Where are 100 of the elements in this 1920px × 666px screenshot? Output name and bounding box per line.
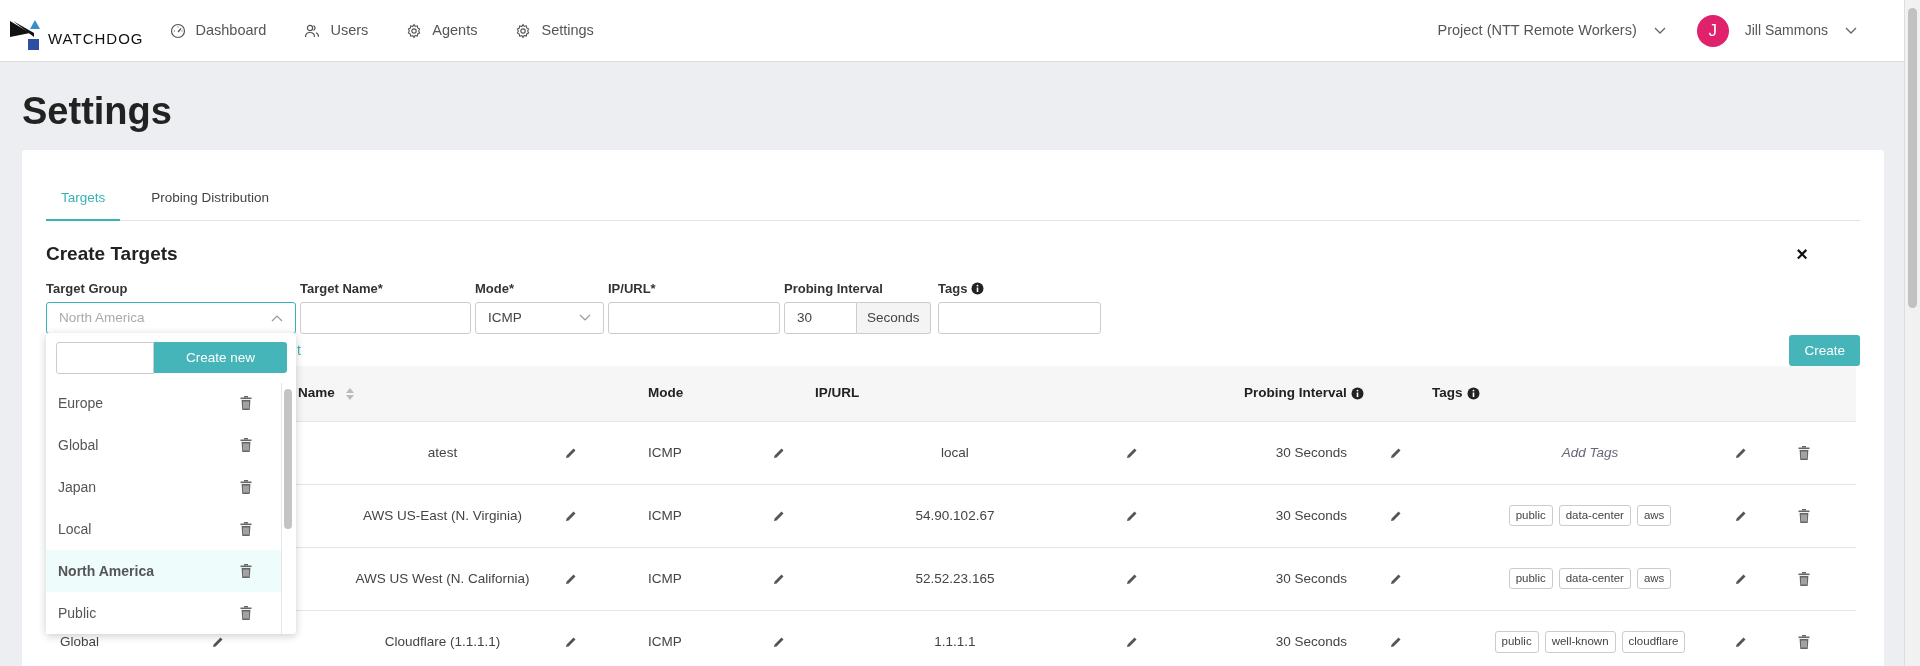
- input-field[interactable]: 30: [784, 302, 857, 335]
- pencil-icon[interactable]: [1735, 447, 1747, 460]
- tab[interactable]: Probing Distribution: [136, 178, 285, 222]
- table-cell: atest: [427, 444, 458, 460]
- pencil-icon[interactable]: [1126, 447, 1138, 460]
- tag: well-known: [1544, 631, 1616, 653]
- table-cell: AWS US West (N. California): [355, 570, 530, 586]
- dropdown-option[interactable]: Public: [46, 592, 282, 635]
- pencil-icon[interactable]: [565, 636, 577, 649]
- trash-icon[interactable]: [240, 480, 252, 495]
- nav-link[interactable]: Settings: [515, 19, 594, 42]
- table-cell: 30 Seconds: [1275, 570, 1347, 586]
- pencil-icon[interactable]: [1735, 510, 1747, 523]
- users-icon: [304, 22, 321, 39]
- pencil-icon[interactable]: [1390, 510, 1402, 523]
- pencil-icon[interactable]: [773, 510, 785, 523]
- brand-name: WATCHDOG: [48, 29, 144, 49]
- field-label: Probing Interval: [784, 279, 883, 298]
- select-field[interactable]: ICMP: [475, 302, 604, 335]
- table-cell: Cloudflare (1.1.1.1): [384, 633, 501, 649]
- table-cell: 30 Seconds: [1275, 444, 1347, 460]
- page-title: Settings: [22, 92, 173, 130]
- trash-icon[interactable]: [240, 606, 252, 621]
- table-cell: ICMP: [648, 570, 682, 586]
- pencil-icon[interactable]: [565, 510, 577, 523]
- table-cell: 30 Seconds: [1275, 633, 1347, 649]
- pencil-icon[interactable]: [1126, 573, 1138, 586]
- column-header: Mode: [648, 384, 684, 403]
- pencil-icon[interactable]: [565, 573, 577, 586]
- avatar[interactable]: J: [1696, 14, 1729, 47]
- pencil-icon[interactable]: [1735, 636, 1747, 649]
- input-field[interactable]: [300, 302, 471, 335]
- pencil-icon[interactable]: [1735, 573, 1747, 586]
- close-button[interactable]: ×: [1796, 239, 1808, 270]
- tag: aws: [1636, 505, 1672, 527]
- field-label: Target Group: [46, 279, 128, 298]
- table-cell: local: [941, 444, 969, 460]
- table-cell: 1.1.1.1: [934, 633, 976, 649]
- add-tags-placeholder[interactable]: Add Tags: [1561, 444, 1619, 460]
- trash-icon[interactable]: [240, 564, 252, 579]
- trash-icon[interactable]: [1798, 635, 1810, 650]
- field-label: IP/URL*: [608, 279, 656, 298]
- nav-link[interactable]: Agents: [406, 19, 478, 42]
- tag: public: [1508, 505, 1553, 527]
- column-header: Probing Interval: [1244, 384, 1347, 403]
- scrollbar[interactable]: [1904, 0, 1920, 666]
- column-header: IP/URL: [815, 384, 860, 403]
- pencil-icon[interactable]: [1126, 510, 1138, 523]
- trash-icon[interactable]: [240, 438, 252, 453]
- input-field[interactable]: [938, 302, 1101, 335]
- chevron-down-icon: [1652, 25, 1667, 36]
- table-cell: AWS US-East (N. Virginia): [362, 507, 522, 523]
- trash-icon[interactable]: [240, 522, 252, 537]
- dropdown-option[interactable]: North America: [46, 550, 282, 593]
- table-cell: ICMP: [648, 633, 682, 649]
- pencil-icon[interactable]: [212, 636, 224, 649]
- form-title: Create Targets: [46, 242, 178, 266]
- field-label: Mode*: [475, 279, 514, 298]
- column-header: Tags: [1432, 384, 1463, 403]
- search-field[interactable]: [56, 342, 154, 375]
- pencil-icon[interactable]: [565, 447, 577, 460]
- chevron-down-icon: [579, 314, 591, 323]
- field-label: Tags: [938, 279, 968, 298]
- trash-icon[interactable]: [1798, 572, 1810, 587]
- trash-icon[interactable]: [1798, 446, 1810, 461]
- tag: aws: [1636, 568, 1672, 590]
- pencil-icon[interactable]: [1126, 636, 1138, 649]
- chevron-down-icon: [1844, 25, 1858, 36]
- project-selector[interactable]: Project (NTT Remote Workers): [1437, 19, 1667, 42]
- user-menu[interactable]: Jill Sammons: [1744, 20, 1858, 41]
- gear-icon: [406, 22, 423, 39]
- scrollbar[interactable]: [284, 389, 292, 530]
- tag: cloudflare: [1621, 631, 1686, 653]
- gauge-icon: [169, 22, 186, 39]
- table-cell: 30 Seconds: [1275, 507, 1347, 523]
- pencil-icon[interactable]: [1390, 636, 1402, 649]
- table-cell: 54.90.102.67: [915, 507, 995, 523]
- table-cell: 52.52.23.165: [915, 570, 995, 586]
- gear-icon: [515, 22, 532, 39]
- field-label: Target Name*: [300, 279, 383, 298]
- pencil-icon[interactable]: [773, 636, 785, 649]
- column-header: Name: [298, 384, 335, 403]
- pencil-icon[interactable]: [773, 573, 785, 586]
- trash-icon[interactable]: [1798, 509, 1810, 524]
- input-field[interactable]: [608, 302, 780, 335]
- tag: public: [1508, 568, 1553, 590]
- pencil-icon[interactable]: [1390, 573, 1402, 586]
- chevron-up-icon: [271, 314, 283, 323]
- tag: data-center: [1558, 568, 1631, 590]
- table-cell: ICMP: [648, 444, 682, 460]
- pencil-icon[interactable]: [773, 447, 785, 460]
- tag: data-center: [1558, 505, 1631, 527]
- table-cell: ICMP: [648, 507, 682, 523]
- nav-link[interactable]: Users: [304, 19, 369, 42]
- table-cell: Global: [60, 633, 100, 649]
- trash-icon[interactable]: [240, 396, 252, 411]
- pencil-icon[interactable]: [1390, 447, 1402, 460]
- tag: public: [1494, 631, 1539, 653]
- unit-label: Seconds: [857, 302, 931, 335]
- nav-link[interactable]: Dashboard: [169, 19, 267, 42]
